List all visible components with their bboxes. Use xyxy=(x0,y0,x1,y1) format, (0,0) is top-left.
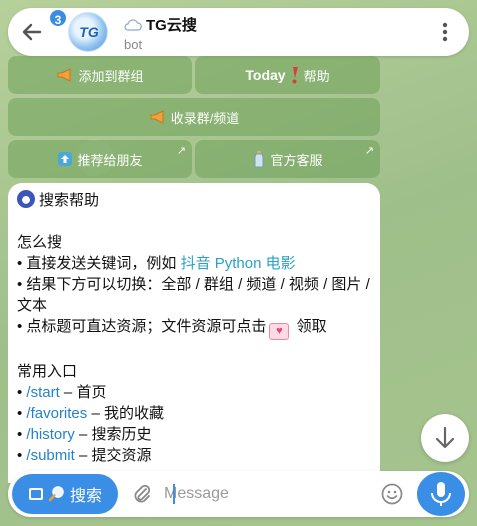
command-submit-desc: – 提交资源 xyxy=(74,447,152,464)
section-how-title: 怎么搜 xyxy=(17,234,63,251)
command-history-desc: – 搜索历史 xyxy=(74,426,152,443)
back-arrow-icon[interactable] xyxy=(18,18,46,46)
command-row: • /submit – 提交资源 xyxy=(17,445,370,466)
command-start-desc: – 首页 xyxy=(59,384,107,401)
how-line-1: • 直接发送关键词，例如 抖音 Python 电影 xyxy=(17,253,370,274)
bullet: • xyxy=(17,447,27,464)
chat-subtitle: bot xyxy=(124,37,143,52)
how-line-3: • 点标题可直达资源；文件资源可点击 ♥ 领取 xyxy=(17,316,370,340)
how-line-1-prefix: • 直接发送关键词，例如 xyxy=(17,255,181,272)
unread-badge: 3 xyxy=(48,8,68,28)
paperclip-icon[interactable] xyxy=(132,483,152,505)
bullet: • xyxy=(17,384,27,401)
megaphone-icon xyxy=(57,68,71,82)
help-message-bubble: 搜索帮助 怎么搜 • 直接发送关键词，例如 抖音 Python 电影 • 结果下… xyxy=(8,183,380,483)
search-button[interactable]: 搜索 xyxy=(12,474,118,514)
command-row: • /start – 首页 xyxy=(17,382,370,403)
scroll-down-button[interactable] xyxy=(421,414,469,462)
how-line-2: • 结果下方可以切换：全部 / 群组 / 频道 / 视频 / 图片 / 文本 xyxy=(17,276,370,314)
add-to-group-label: 添加到群组 xyxy=(78,68,144,84)
bottle-icon xyxy=(254,151,264,168)
message-title-row: 搜索帮助 xyxy=(17,190,370,211)
message-input[interactable] xyxy=(164,479,364,509)
support-label: 官方客服 xyxy=(270,152,323,168)
command-start-link[interactable]: /start xyxy=(26,384,59,401)
chat-title-area[interactable]: TG云搜 bot xyxy=(124,14,197,52)
help-label: 帮助 xyxy=(303,68,330,84)
avatar-logo-text: TG xyxy=(79,24,99,40)
example-keywords[interactable]: 抖音 Python 电影 xyxy=(181,255,296,272)
section-entry-title: 常用入口 xyxy=(17,363,78,380)
today-help-button[interactable]: Today 帮助 xyxy=(195,56,380,94)
magnifier-icon xyxy=(48,486,64,502)
chat-header: TG 3 TG云搜 bot xyxy=(8,8,469,56)
red-mark-icon xyxy=(292,67,298,84)
bot-avatar[interactable]: TG xyxy=(68,12,108,52)
how-line-3-suffix: 领取 xyxy=(292,318,327,335)
command-row: • /favorites – 我的收藏 xyxy=(17,403,370,424)
message-input-bar: 搜索 xyxy=(8,471,469,517)
bullet: • xyxy=(17,405,27,422)
recommend-button[interactable]: 推荐给朋友 ↗ xyxy=(8,140,192,178)
keyboard-icon xyxy=(28,488,43,500)
message-title: 搜索帮助 xyxy=(39,192,100,209)
command-row: • /history – 搜索历史 xyxy=(17,424,370,445)
add-to-group-button[interactable]: 添加到群组 xyxy=(8,56,192,94)
command-submit-link[interactable]: /submit xyxy=(26,447,74,464)
chat-title: TG云搜 xyxy=(124,14,197,35)
how-line-3-prefix: • 点标题可直达资源；文件资源可点击 xyxy=(17,318,267,335)
megaphone-icon xyxy=(150,110,164,124)
share-arrow-icon: ↗ xyxy=(364,145,374,157)
smile-icon[interactable] xyxy=(381,483,403,505)
owl-icon xyxy=(17,190,35,208)
gift-icon: ♥ xyxy=(269,323,290,340)
command-favorites-link[interactable]: /favorites xyxy=(26,405,87,422)
more-vertical-icon[interactable] xyxy=(435,20,455,44)
cloud-icon xyxy=(124,18,142,31)
chevron-down-icon xyxy=(435,426,455,449)
up-arrow-icon xyxy=(58,152,73,166)
text-caret xyxy=(173,484,175,504)
index-group-label: 收录群/频道 xyxy=(170,110,240,126)
support-button[interactable]: 官方客服 ↗ xyxy=(195,140,380,178)
recommend-label: 推荐给朋友 xyxy=(77,152,143,168)
command-history-link[interactable]: /history xyxy=(26,426,74,443)
microphone-button[interactable] xyxy=(417,472,465,516)
search-button-label: 搜索 xyxy=(69,488,102,505)
today-word: Today xyxy=(245,67,286,83)
share-arrow-icon: ↗ xyxy=(176,145,186,157)
chat-title-text: TG云搜 xyxy=(146,17,197,34)
bullet: • xyxy=(17,426,27,443)
index-group-button[interactable]: 收录群/频道 xyxy=(8,98,380,136)
command-favorites-desc: – 我的收藏 xyxy=(87,405,164,422)
